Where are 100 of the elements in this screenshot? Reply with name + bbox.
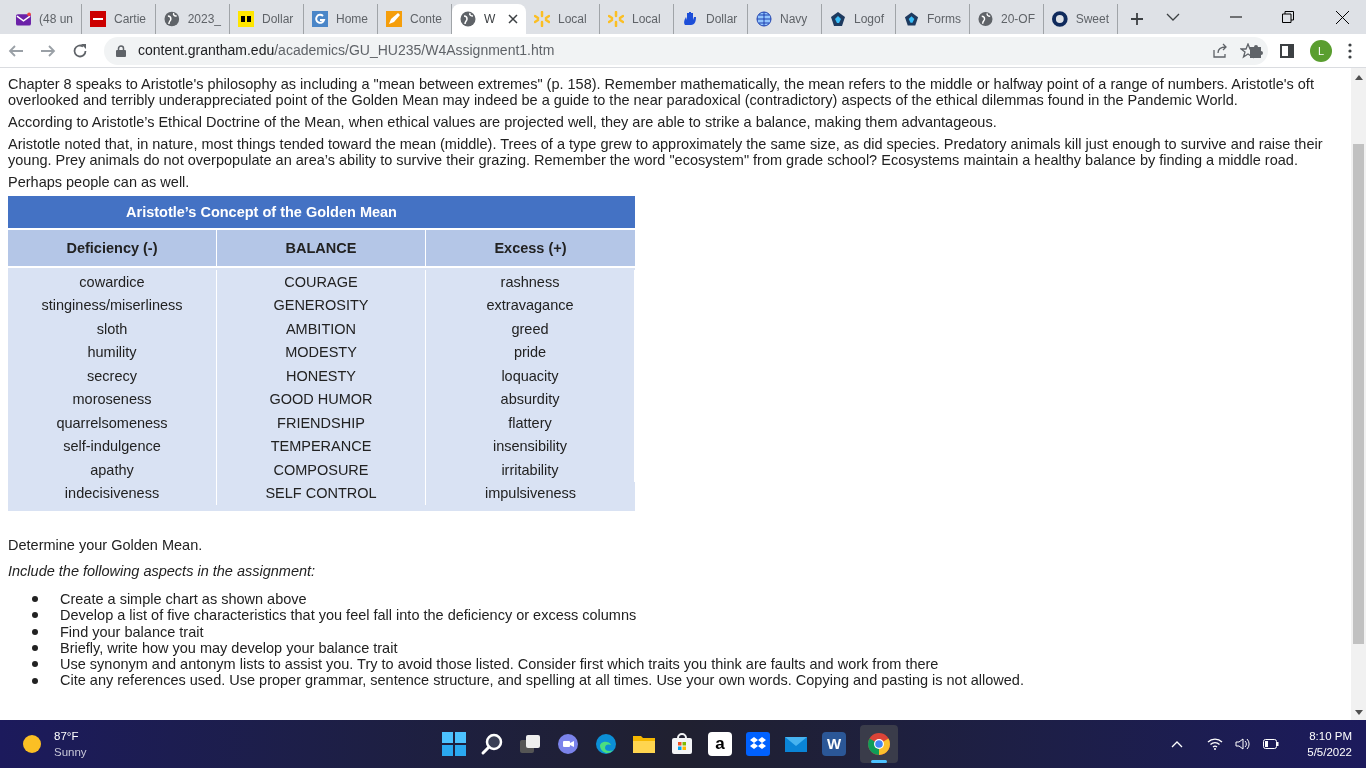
back-arrow-icon[interactable] (8, 42, 24, 59)
list-item-text: Use synonym and antonym lists to assist you. Try to avoid those listed. Consider first which traits you think are faults and work from there (60, 656, 939, 673)
paragraph: Perhaps people can as well. (8, 174, 191, 190)
restore-icon[interactable] (1282, 11, 1294, 23)
bullet-icon (32, 596, 38, 603)
pencil-icon (386, 11, 402, 27)
table-cell: greed (426, 317, 635, 341)
table-cell: humility (8, 340, 217, 364)
globe-icon (460, 11, 476, 27)
task-view-icon[interactable] (518, 732, 542, 756)
list-item-text: Create a simple chart as shown above (60, 591, 307, 608)
scroll-up-icon[interactable] (1354, 74, 1363, 80)
table-title: Aristotle’s Concept of the Golden Mean (8, 196, 635, 230)
amazon-app-icon[interactable]: a (708, 732, 732, 756)
table-cell-text: impulsiveness (483, 484, 578, 504)
table-cell: cowardice (8, 270, 217, 294)
forward-arrow-icon[interactable] (40, 42, 56, 59)
table-cell: sloth (8, 317, 217, 341)
table-cell: TEMPERANCE (217, 434, 426, 458)
globe-icon (978, 11, 993, 27)
table-cell: stinginess/miserliness (8, 293, 217, 317)
scrollbar[interactable] (1351, 68, 1366, 720)
table-cell: COURAGE (217, 270, 426, 294)
globe-icon (164, 11, 180, 27)
instruction-text: Determine your Golden Mean. (8, 537, 204, 553)
table-cell: GOOD HUMOR (217, 387, 426, 411)
table-cell: absurdity (426, 387, 635, 411)
list-item-text: Briefly, write how you may develop your balance trait (60, 639, 398, 657)
table-cell: SELF CONTROL (217, 481, 426, 505)
paragraph: Aristotle noted that, in nature, most things tended toward the mean (middle). Trees of a type grew to approximately the same size, as did species. Predatory animals kill just enough to survive and raise their young. Prey animals do not overpopulate an area’s ability to survive their grazing. Remember the word "ecosystem" from grade school? Ecosystems maintain a healthy balance by finding a middle road. (8, 136, 1324, 168)
clock-date[interactable]: 5/5/2022 (1307, 744, 1352, 760)
table-cell: self-indulgence (8, 434, 217, 458)
table-cell: extravagance (426, 293, 635, 317)
speaker-icon[interactable] (1235, 738, 1252, 750)
table-cell: flattery (426, 411, 635, 435)
letter-logo-icon (312, 11, 328, 27)
weather-condition: Sunny (54, 745, 87, 760)
table-cell: indecisiveness (8, 481, 217, 505)
table-cell: AMBITION (217, 317, 426, 341)
browser-tab[interactable]: W (452, 4, 526, 34)
url-text: content.grantham.edu/academics/GU_HU235/W4Assignment1.htm (138, 41, 555, 60)
pentagon-icon (830, 11, 846, 27)
table-cell: insensibility (426, 434, 635, 458)
clock-time[interactable]: 8:10 PM (1307, 728, 1352, 744)
sun-icon (22, 734, 42, 754)
scroll-down-icon[interactable] (1354, 710, 1363, 716)
table-cell: COMPOSURE (217, 458, 426, 482)
battery-icon[interactable] (1263, 739, 1280, 749)
temperature-text: 87°F (54, 729, 80, 744)
close-icon[interactable] (1336, 10, 1349, 24)
bullet-icon (32, 645, 38, 652)
table-cell: moroseness (8, 387, 217, 411)
table-cell: irritability (426, 458, 635, 482)
spark-icon (608, 11, 624, 27)
store-logo-icon (238, 11, 254, 27)
bullet-icon (32, 612, 38, 619)
paragraph: Chapter 8 speaks to Aristotle's philosophy as including a "mean between extremes" (p. 158). Remember mathematically, the mean refers to the middle or halfway point of a range of numbers. Aristotle's oft overlooked and terribly underappreciated point of the Golden Mean may indeed be a guide to the near paradoxical (contradictory) aspects of the ethical dilemmas found in the Pandemic World. (8, 76, 1315, 108)
table-cell: MODESTY (217, 340, 426, 364)
edge-icon[interactable] (594, 732, 618, 756)
list-item-text: Cite any references used. Use proper grammar, sentence structure, and spelling at all times. Use your own words. Copying and pasting is not allowed. (60, 672, 1024, 689)
word-app-icon[interactable]: W (822, 732, 846, 756)
ring-icon (1052, 11, 1068, 27)
store-bag-icon[interactable] (670, 732, 694, 756)
wifi-icon[interactable] (1207, 738, 1224, 750)
table-cell: quarrelsomeness (8, 411, 217, 435)
plus-icon[interactable] (1130, 12, 1144, 26)
list-item-text: Find your balance trait (60, 623, 204, 640)
paragraph: According to Aristotle’s Ethical Doctrine of the Mean, when ethical values are projected well, they are able to strike a balance, making them advantageous. (8, 114, 998, 130)
search-icon[interactable] (480, 732, 504, 756)
envelope-icon (16, 12, 31, 26)
share-icon[interactable] (1212, 42, 1228, 59)
address-bar[interactable]: content.grantham.edu/academics/GU_HU235/W4Assignment1.htm (104, 36, 1268, 65)
chevron-up-icon[interactable] (1171, 740, 1184, 748)
table-cell: GENEROSITY (217, 293, 426, 317)
table-cell: loquacity (426, 364, 635, 388)
bullet-icon (32, 628, 38, 635)
site-logo-icon (90, 11, 106, 27)
table-cell: rashness (426, 270, 635, 294)
windows-icon[interactable] (442, 732, 466, 756)
table-cell: FRIENDSHIP (217, 411, 426, 435)
video-chat-icon[interactable] (556, 732, 580, 756)
more-menu-icon[interactable] (1348, 43, 1352, 59)
aspects-intro: Include the following aspects in the assignment: (8, 563, 317, 579)
table-cell: HONESTY (217, 364, 426, 388)
list-item-text: Develop a list of five characteristics that you feel fall into the deficiency or excess columns (60, 607, 637, 624)
spark-icon (534, 11, 550, 27)
table-cell: secrecy (8, 364, 217, 388)
table-cell: apathy (8, 458, 217, 482)
table-cell: pride (426, 340, 635, 364)
reload-icon[interactable] (72, 42, 88, 59)
hand-icon (682, 11, 698, 27)
side-panel-icon[interactable] (1280, 44, 1294, 58)
dropbox-icon[interactable] (746, 732, 770, 756)
puzzle-icon[interactable] (1248, 43, 1264, 59)
chrome-icon[interactable] (860, 725, 898, 763)
column-header: Excess (+) (493, 239, 568, 258)
pentagon-icon (904, 11, 919, 27)
chevron-down-icon[interactable] (1166, 12, 1180, 22)
close-icon[interactable] (508, 14, 518, 24)
bullet-icon (32, 677, 38, 684)
